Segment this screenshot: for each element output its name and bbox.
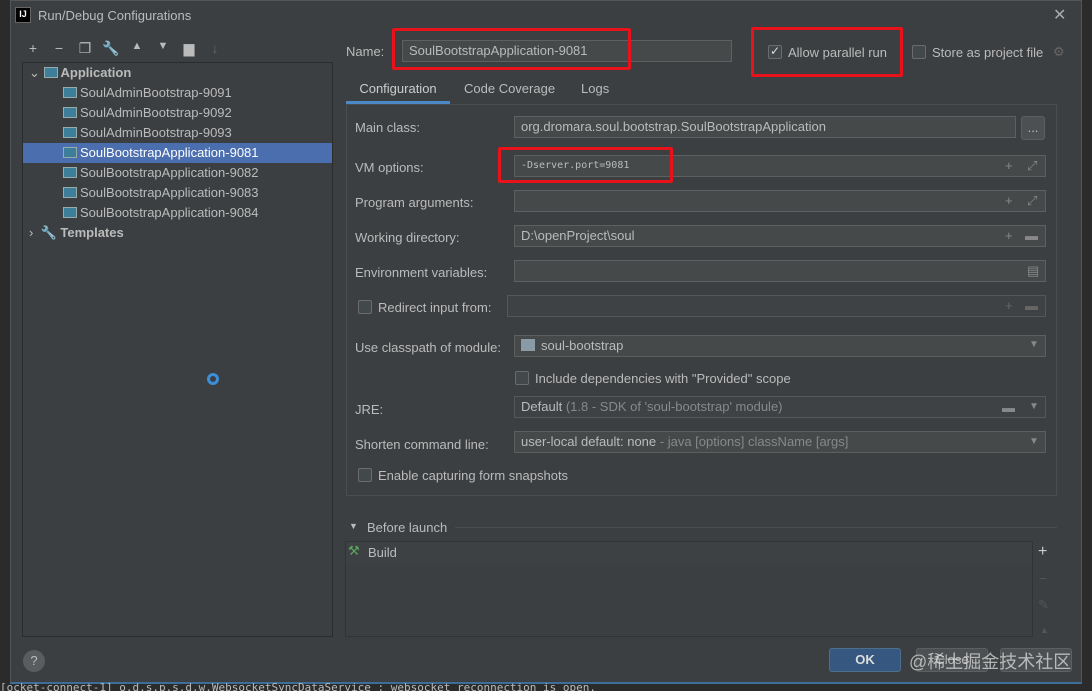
minus-icon[interactable]: − (49, 40, 69, 56)
plus-icon[interactable]: + (1005, 298, 1013, 313)
wrench-icon[interactable]: 🔧 (101, 40, 121, 57)
application-icon (63, 187, 77, 198)
expand-icon[interactable]: ⤢ (1027, 158, 1037, 174)
folder-icon[interactable]: ▬ (1002, 400, 1015, 415)
minus-icon[interactable]: − (1039, 571, 1047, 586)
copy-icon[interactable]: ❐ (75, 40, 95, 57)
triangle-down-icon[interactable]: ▼ (349, 521, 358, 531)
highlight-name (392, 28, 631, 70)
include-deps-checkbox[interactable] (515, 371, 529, 385)
arrow-up-icon[interactable]: ▲ (127, 40, 147, 52)
application-icon (63, 107, 77, 118)
gear-icon[interactable]: ⚙ (1053, 44, 1065, 60)
arrow-down-icon[interactable]: ▼ (153, 40, 173, 52)
tree-item[interactable]: SoulAdminBootstrap-9091 (63, 83, 232, 103)
application-icon (63, 147, 77, 158)
tab-logs[interactable]: Logs (581, 78, 609, 104)
main-class-label: Main class: (355, 120, 421, 135)
tab-configuration[interactable]: Configuration (346, 78, 450, 104)
wrench-icon: 🔧 (40, 225, 57, 240)
tree-application[interactable]: ⌄ Application (29, 63, 131, 83)
vm-options-label: VM options: (355, 160, 424, 175)
tree-item[interactable]: SoulBootstrapApplication-9082 (63, 163, 259, 183)
classpath-label: Use classpath of module: (355, 340, 501, 355)
plus-icon[interactable]: + (23, 40, 43, 56)
working-dir-label: Working directory: (355, 230, 460, 245)
tree-item[interactable]: SoulBootstrapApplication-9083 (63, 183, 259, 203)
chevron-down-icon[interactable]: ▼ (1029, 436, 1039, 447)
main-class-input[interactable]: org.dromara.soul.bootstrap.SoulBootstrap… (514, 116, 1016, 138)
console-line: [ocket-connect-1] o.d.s.p.s.d.w.Websocke… (0, 683, 597, 691)
application-icon (43, 67, 58, 78)
store-project-label: Store as project file (932, 45, 1044, 60)
tree-templates[interactable]: › 🔧 Templates (29, 223, 124, 243)
plus-icon[interactable]: + (1005, 158, 1013, 173)
name-label: Name: (346, 44, 385, 59)
classpath-select[interactable]: soul-bootstrap (514, 335, 1046, 357)
working-dir-input[interactable]: D:\openProject\soul (514, 225, 1046, 247)
dialog-title: Run/Debug Configurations (38, 8, 192, 23)
application-icon (63, 87, 77, 98)
program-args-input[interactable] (514, 190, 1046, 212)
application-icon (63, 127, 77, 138)
chevron-down-icon[interactable]: ▼ (1029, 339, 1039, 350)
help-button[interactable]: ? (23, 650, 45, 672)
shorten-label: Shorten command line: (355, 437, 489, 452)
folder-icon[interactable]: ▬ (1025, 298, 1038, 313)
plus-icon[interactable]: + (1038, 543, 1047, 561)
before-launch-label: Before launch (367, 520, 448, 535)
highlight-vm-options (498, 147, 673, 183)
module-folder-icon (521, 339, 535, 351)
plus-icon[interactable]: + (1005, 228, 1013, 243)
chevron-down-icon: ⌄ (29, 65, 44, 80)
expand-icon[interactable]: ⤢ (1027, 193, 1037, 209)
redirect-input[interactable] (507, 295, 1046, 317)
snapshots-label: Enable capturing form snapshots (378, 468, 569, 483)
config-tree: ⌄ Application SoulAdminBootstrap-9091 So… (22, 62, 333, 637)
program-args-label: Program arguments: (355, 195, 474, 210)
sort-icon[interactable]: ↓ (205, 40, 225, 56)
intellij-logo: IJ (15, 7, 31, 23)
folder-add-icon[interactable]: ▆ (179, 40, 199, 57)
store-project-checkbox[interactable] (912, 45, 926, 59)
tab-code-coverage[interactable]: Code Coverage (464, 78, 555, 104)
include-deps-label: Include dependencies with "Provided" sco… (535, 371, 791, 386)
hammer-icon: ⚒ (348, 543, 360, 558)
close-icon[interactable]: ✕ (1053, 5, 1066, 25)
chevron-right-icon: › (29, 225, 41, 240)
arrow-up-icon[interactable]: ▲ (1040, 625, 1049, 635)
tree-item[interactable]: SoulAdminBootstrap-9092 (63, 103, 232, 123)
application-icon (63, 207, 77, 218)
tree-item-selected[interactable]: SoulBootstrapApplication-9081 (23, 143, 332, 163)
divider (455, 527, 1057, 528)
tree-item[interactable]: SoulBootstrapApplication-9084 (63, 203, 259, 223)
folder-icon[interactable]: ▬ (1025, 228, 1038, 243)
snapshots-checkbox[interactable] (358, 468, 372, 482)
jre-label: JRE: (355, 402, 384, 417)
redirect-checkbox[interactable] (358, 300, 372, 314)
tree-item[interactable]: SoulAdminBootstrap-9093 (63, 123, 232, 143)
before-launch-item[interactable]: ⚒ Build (346, 542, 1032, 564)
chevron-down-icon[interactable]: ▼ (1029, 401, 1039, 412)
watermark: @稀土掘金技术社区 (909, 652, 1072, 672)
redirect-label: Redirect input from: (378, 300, 492, 315)
browse-main-class-button[interactable]: ... (1021, 116, 1045, 140)
shorten-select[interactable]: user-local default: none - java [options… (514, 431, 1046, 453)
env-vars-label: Environment variables: (355, 265, 488, 280)
highlight-parallel (751, 27, 903, 77)
application-icon (63, 167, 77, 178)
loading-spinner-icon (207, 373, 219, 385)
ok-button[interactable]: OK (829, 648, 901, 672)
list-icon[interactable]: ▤ (1027, 263, 1039, 279)
edit-icon[interactable]: ✎ (1038, 597, 1049, 613)
plus-icon[interactable]: + (1005, 193, 1013, 208)
env-vars-input[interactable] (514, 260, 1046, 282)
jre-select[interactable]: Default (1.8 - SDK of 'soul-bootstrap' m… (514, 396, 1046, 418)
